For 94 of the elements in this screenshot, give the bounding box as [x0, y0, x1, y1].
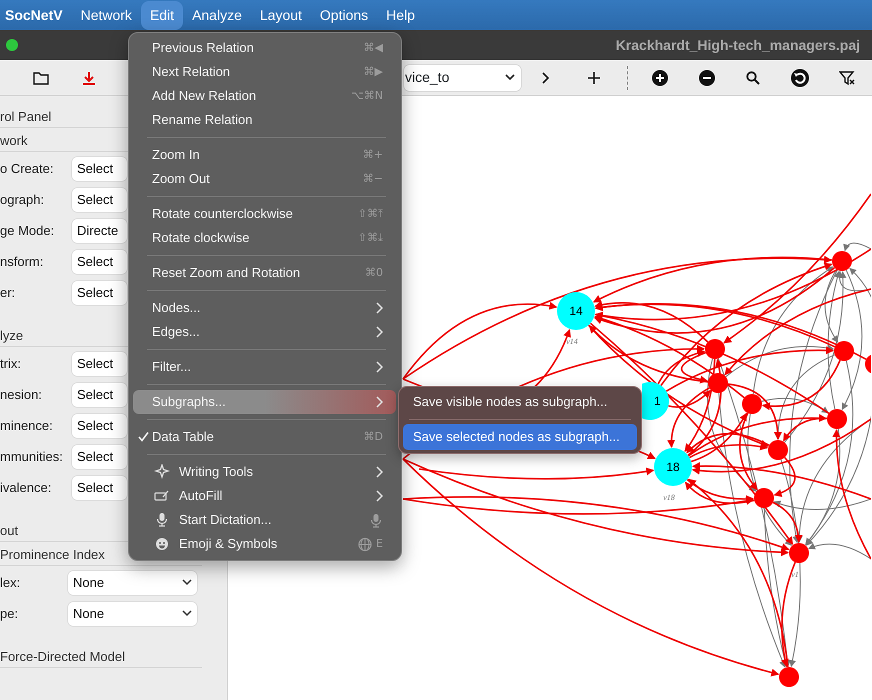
- section-title: Force-Directed Model: [0, 646, 202, 668]
- menu-item[interactable]: Previous Relation ⌘◀: [133, 36, 396, 60]
- select-button[interactable]: Select: [72, 382, 127, 406]
- field-label: ivalence:: [0, 478, 52, 497]
- menu-item[interactable]: Edit: [140, 0, 184, 30]
- menu-item[interactable]: Rotate clockwise ⇧⌘⤓: [133, 226, 396, 250]
- select-button[interactable]: Select: [72, 188, 127, 212]
- menu-item[interactable]: Network: [72, 0, 141, 30]
- filter-icon[interactable]: [839, 70, 855, 86]
- chevron-down-icon: [182, 579, 192, 586]
- graph-node[interactable]: [768, 440, 788, 460]
- menu-item[interactable]: AutoFill: [133, 484, 396, 508]
- smiley-icon: [154, 536, 170, 552]
- graph-node[interactable]: [705, 339, 725, 359]
- field-label: lex:: [0, 574, 22, 592]
- menu-item[interactable]: Help: [377, 0, 424, 30]
- field-label: nsform:: [0, 252, 44, 271]
- shortcut-text: ⌘◀: [364, 40, 383, 56]
- select-button[interactable]: Directe: [72, 218, 127, 242]
- download-icon[interactable]: [82, 70, 96, 84]
- select-button[interactable]: Select: [72, 476, 127, 500]
- menu-item[interactable]: Save selected nodes as subgraph...: [403, 424, 637, 450]
- app-menu[interactable]: SocNetV: [4, 0, 72, 30]
- field-label: ograph:: [0, 190, 46, 209]
- field-label: nesion:: [0, 386, 43, 404]
- node-caption: v14: [566, 337, 578, 346]
- microphone-icon: [154, 512, 170, 528]
- menu-item[interactable]: Filter...: [133, 355, 396, 379]
- shortcut-text: ⌘+: [362, 146, 383, 163]
- menu-item[interactable]: Writing Tools: [133, 460, 396, 484]
- field-label: minence:: [0, 416, 54, 435]
- menu-item[interactable]: Analyze: [183, 0, 251, 30]
- menu-item[interactable]: Nodes...: [133, 296, 396, 320]
- select-button[interactable]: Select: [72, 280, 127, 304]
- shortcut-text: E: [376, 536, 383, 552]
- select-button[interactable]: Select: [72, 352, 127, 376]
- select-button[interactable]: Select: [72, 414, 127, 438]
- node-caption: v18: [663, 493, 675, 502]
- relation-select[interactable]: vice_to: [404, 64, 521, 90]
- shortcut-text: ⌘0: [365, 264, 383, 281]
- field-label: er:: [0, 284, 16, 302]
- menu-item[interactable]: Layout: [250, 0, 311, 30]
- node-label: 1: [654, 394, 661, 408]
- node-label: 18: [666, 460, 680, 474]
- field-label: pe:: [0, 604, 20, 623]
- menu-item[interactable]: Add New Relation ⌥⌘N: [133, 84, 396, 108]
- chevron-down-icon: [182, 610, 192, 617]
- node-caption: v1: [791, 570, 799, 579]
- menu-item[interactable]: Data Table ⌘D: [133, 425, 396, 449]
- chevron-down-icon: [505, 74, 515, 81]
- shortcut-text: ⇧⌘⤒: [358, 206, 383, 222]
- shortcut-text: ⌘D: [364, 428, 383, 445]
- graph-node[interactable]: [642, 382, 669, 420]
- graph-node[interactable]: [834, 341, 854, 361]
- field-label: o Create:: [0, 160, 54, 178]
- graph-node[interactable]: [654, 448, 692, 486]
- shortcut-text: ⌘−: [362, 170, 383, 187]
- menu-item[interactable]: Subgraphs...: [133, 390, 396, 414]
- graph-node[interactable]: [827, 409, 847, 429]
- menu-item[interactable]: Options: [310, 0, 378, 30]
- graph-node[interactable]: [708, 373, 728, 393]
- menu-item[interactable]: Rotate counterclockwise ⇧⌘⤒: [133, 202, 396, 226]
- shortcut-text: ⌘▶: [364, 64, 383, 80]
- chevron-right-icon[interactable]: [542, 72, 550, 84]
- menu-item[interactable]: Zoom Out ⌘−: [133, 167, 396, 191]
- graph-node[interactable]: [832, 251, 852, 271]
- sparkle-icon: [154, 464, 170, 480]
- graph-node[interactable]: [754, 488, 774, 508]
- search-icon[interactable]: [746, 70, 760, 84]
- window-title: Krackhardt_High-tech_managers.paj: [616, 36, 860, 55]
- menu-item[interactable]: Next Relation ⌘▶: [133, 60, 396, 84]
- rotate-icon[interactable]: [791, 68, 809, 86]
- plus-icon[interactable]: [588, 72, 600, 84]
- select-button[interactable]: Select: [72, 156, 127, 180]
- menu-item[interactable]: Save visible nodes as subgraph...: [403, 389, 637, 415]
- shortcut-text: ⇧⌘⤓: [358, 230, 383, 246]
- graph-node[interactable]: [789, 543, 809, 563]
- graph-node[interactable]: [742, 394, 762, 414]
- zoom-out-icon[interactable]: [699, 70, 715, 86]
- select-button[interactable]: Select: [72, 444, 127, 468]
- menu-item[interactable]: Reset Zoom and Rotation ⌘0: [133, 261, 396, 285]
- graph-node[interactable]: [557, 292, 595, 330]
- node-label: 14: [569, 304, 583, 318]
- dropdown-field[interactable]: None: [68, 570, 197, 594]
- field-label: trix:: [0, 354, 22, 373]
- folder-icon[interactable]: [33, 70, 49, 84]
- graph-node[interactable]: [865, 354, 871, 374]
- select-button[interactable]: Select: [72, 250, 127, 274]
- zoom-in-icon[interactable]: [652, 70, 668, 86]
- field-label: ge Mode:: [0, 222, 56, 240]
- field-label: mmunities:: [0, 448, 64, 466]
- shortcut-text: ⌥⌘N: [351, 88, 383, 104]
- dropdown-field[interactable]: None: [68, 602, 197, 626]
- graph-node[interactable]: [779, 667, 799, 687]
